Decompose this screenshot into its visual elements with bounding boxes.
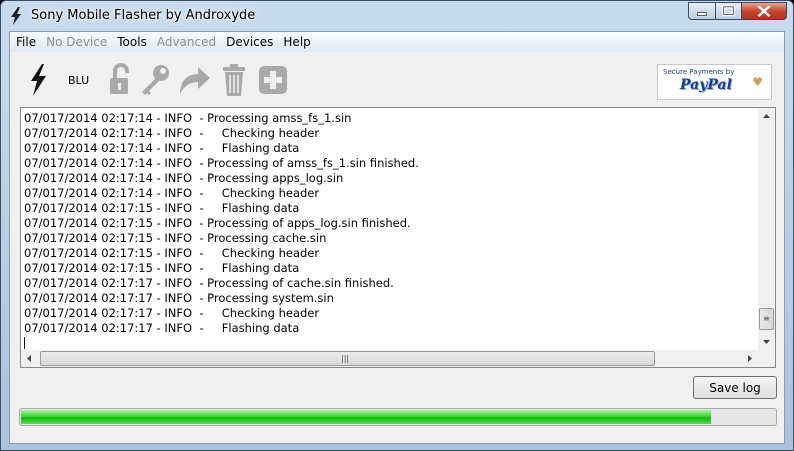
log-line: 07/017/2014 02:17:17 - INFO - Flashing d… (24, 321, 300, 335)
log-line: 07/017/2014 02:17:14 - INFO - Checking h… (24, 126, 320, 140)
menu-devices[interactable]: Devices (221, 32, 278, 52)
log-line: 07/017/2014 02:17:15 - INFO - Flashing d… (24, 261, 300, 275)
title-bar[interactable]: Sony Mobile Flasher by Androxyde (1, 1, 793, 31)
window-controls (688, 2, 787, 22)
progress-fill (21, 410, 711, 424)
scroll-corner (758, 350, 775, 367)
scroll-up-icon[interactable] (758, 108, 775, 125)
scroll-down-icon[interactable] (758, 333, 775, 350)
minimize-button[interactable] (688, 2, 715, 20)
horizontal-scroll-thumb[interactable]: ||| (40, 351, 655, 366)
log-line: 07/017/2014 02:17:14 - INFO - Processing… (24, 156, 419, 170)
vertical-scroll-thumb[interactable]: ≡ (759, 308, 774, 330)
trash-icon[interactable] (220, 62, 248, 98)
grip-icon: ≡ (763, 314, 770, 323)
flash-icon (11, 7, 21, 25)
flash-icon[interactable] (28, 62, 48, 98)
menu-tools[interactable]: Tools (112, 32, 152, 52)
add-icon[interactable] (258, 62, 288, 98)
paypal-caption: Secure Payments by (663, 68, 735, 76)
vertical-scrollbar[interactable]: ≡ (758, 108, 775, 350)
log-line: 07/017/2014 02:17:15 - INFO - Processing… (24, 216, 411, 230)
menu-advanced[interactable]: Advanced (152, 32, 221, 52)
menu-file[interactable]: File (10, 32, 41, 52)
log-line: 07/017/2014 02:17:15 - INFO - Flashing d… (24, 201, 300, 215)
log-line: 07/017/2014 02:17:14 - INFO - Processing… (24, 111, 352, 125)
scroll-right-icon[interactable] (741, 350, 758, 367)
menu-no-device[interactable]: No Device (41, 32, 112, 52)
redo-arrow-icon[interactable] (176, 62, 212, 98)
menu-bar: File No Device Tools Advanced Devices He… (10, 32, 784, 52)
log-line: 07/017/2014 02:17:14 - INFO - Flashing d… (24, 141, 300, 155)
app-window: Sony Mobile Flasher by Androxyde File No… (0, 0, 794, 451)
paypal-donate-button[interactable]: Secure Payments by PayPal ♥ (657, 64, 772, 100)
grip-icon: ||| (341, 354, 350, 363)
scroll-left-icon[interactable] (21, 350, 38, 367)
maximize-button[interactable] (715, 2, 741, 20)
client-area: File No Device Tools Advanced Devices He… (9, 31, 785, 444)
text-caret (24, 337, 25, 349)
unlock-icon[interactable] (108, 62, 132, 98)
menu-help[interactable]: Help (278, 32, 315, 52)
key-icon[interactable] (138, 62, 172, 98)
paypal-logo: PayPal (680, 77, 732, 93)
progress-bar (19, 408, 777, 426)
log-line: 07/017/2014 02:17:14 - INFO - Processing… (24, 171, 344, 185)
maximize-icon (722, 5, 735, 16)
log-line: 07/017/2014 02:17:17 - INFO - Processing… (24, 276, 394, 290)
window-title: Sony Mobile Flasher by Androxyde (31, 8, 256, 23)
log-line: 07/017/2014 02:17:17 - INFO - Checking h… (24, 306, 320, 320)
log-line: 07/017/2014 02:17:14 - INFO - Checking h… (24, 186, 320, 200)
log-line: 07/017/2014 02:17:17 - INFO - Processing… (24, 291, 334, 305)
close-button[interactable] (741, 2, 787, 20)
horizontal-scrollbar[interactable]: ||| (21, 350, 758, 367)
save-log-button[interactable]: Save log (693, 376, 777, 399)
toolbar: BLU Secure Payments by PayPal ♥ (10, 52, 784, 106)
close-icon (757, 5, 770, 17)
log-line: 07/017/2014 02:17:15 - INFO - Checking h… (24, 246, 320, 260)
log-output[interactable]: 07/017/2014 02:17:14 - INFO - Processing… (20, 107, 776, 368)
log-lines: 07/017/2014 02:17:14 - INFO - Processing… (24, 111, 754, 349)
blu-button[interactable]: BLU (68, 74, 89, 87)
log-line: 07/017/2014 02:17:15 - INFO - Processing… (24, 231, 327, 245)
heart-icon: ♥ (752, 75, 763, 89)
minimize-icon (697, 12, 707, 16)
